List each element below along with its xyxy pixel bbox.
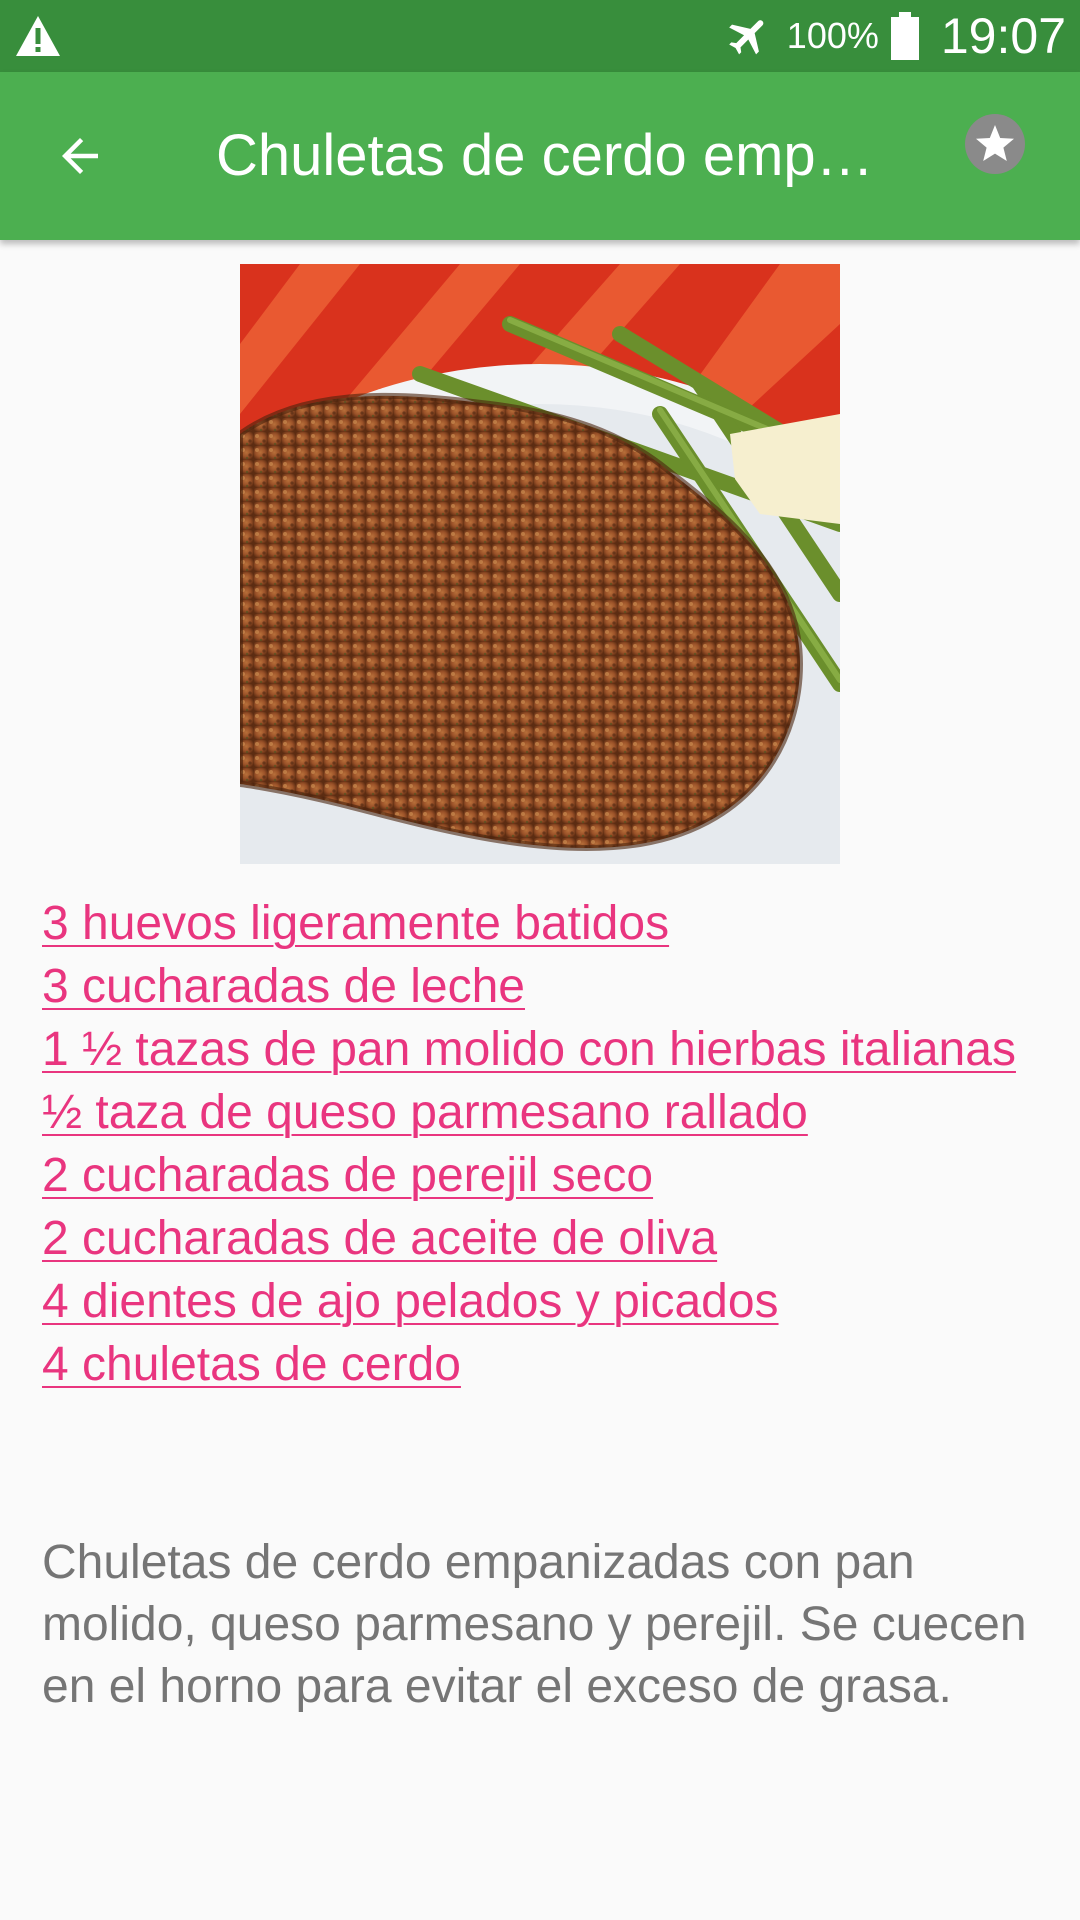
ingredient-link[interactable]: 3 huevos ligeramente batidos xyxy=(42,892,1042,955)
status-bar: 100% 19:07 xyxy=(0,0,1080,72)
arrow-back-icon xyxy=(62,138,98,174)
status-indicators: 100% 19:07 xyxy=(725,0,1066,72)
ingredient-list: 3 huevos ligeramente batidos 3 cucharada… xyxy=(42,892,1042,1396)
battery-percentage: 100% xyxy=(786,15,879,56)
favorite-button[interactable] xyxy=(964,113,1026,175)
ingredient-link[interactable]: 2 cucharadas de aceite de oliva xyxy=(42,1207,1042,1270)
airplane-mode-icon xyxy=(728,20,764,55)
clock: 19:07 xyxy=(940,8,1066,64)
warning-icon xyxy=(16,16,60,56)
app-bar: Chuletas de cerdo empanizadas xyxy=(0,72,1080,240)
ingredient-link[interactable]: 3 cucharadas de leche xyxy=(42,955,1042,1018)
recipe-photo xyxy=(240,264,840,864)
back-button[interactable] xyxy=(40,116,120,196)
star-icon xyxy=(965,114,1025,174)
ingredient-link[interactable]: 4 dientes de ajo pelados y picados xyxy=(42,1270,1042,1333)
battery-icon xyxy=(890,12,919,60)
ingredient-link[interactable]: ½ taza de queso parmesano rallado xyxy=(42,1081,1042,1144)
ingredient-link[interactable]: 4 chuletas de cerdo xyxy=(42,1333,1042,1396)
ingredient-link[interactable]: 1 ½ tazas de pan molido con hierbas ital… xyxy=(42,1018,1042,1081)
page-title: Chuletas de cerdo empanizadas xyxy=(216,123,876,188)
ingredient-link[interactable]: 2 cucharadas de perejil seco xyxy=(42,1144,1042,1207)
recipe-description: Chuletas de cerdo empanizadas con pan mo… xyxy=(42,1536,1027,1713)
